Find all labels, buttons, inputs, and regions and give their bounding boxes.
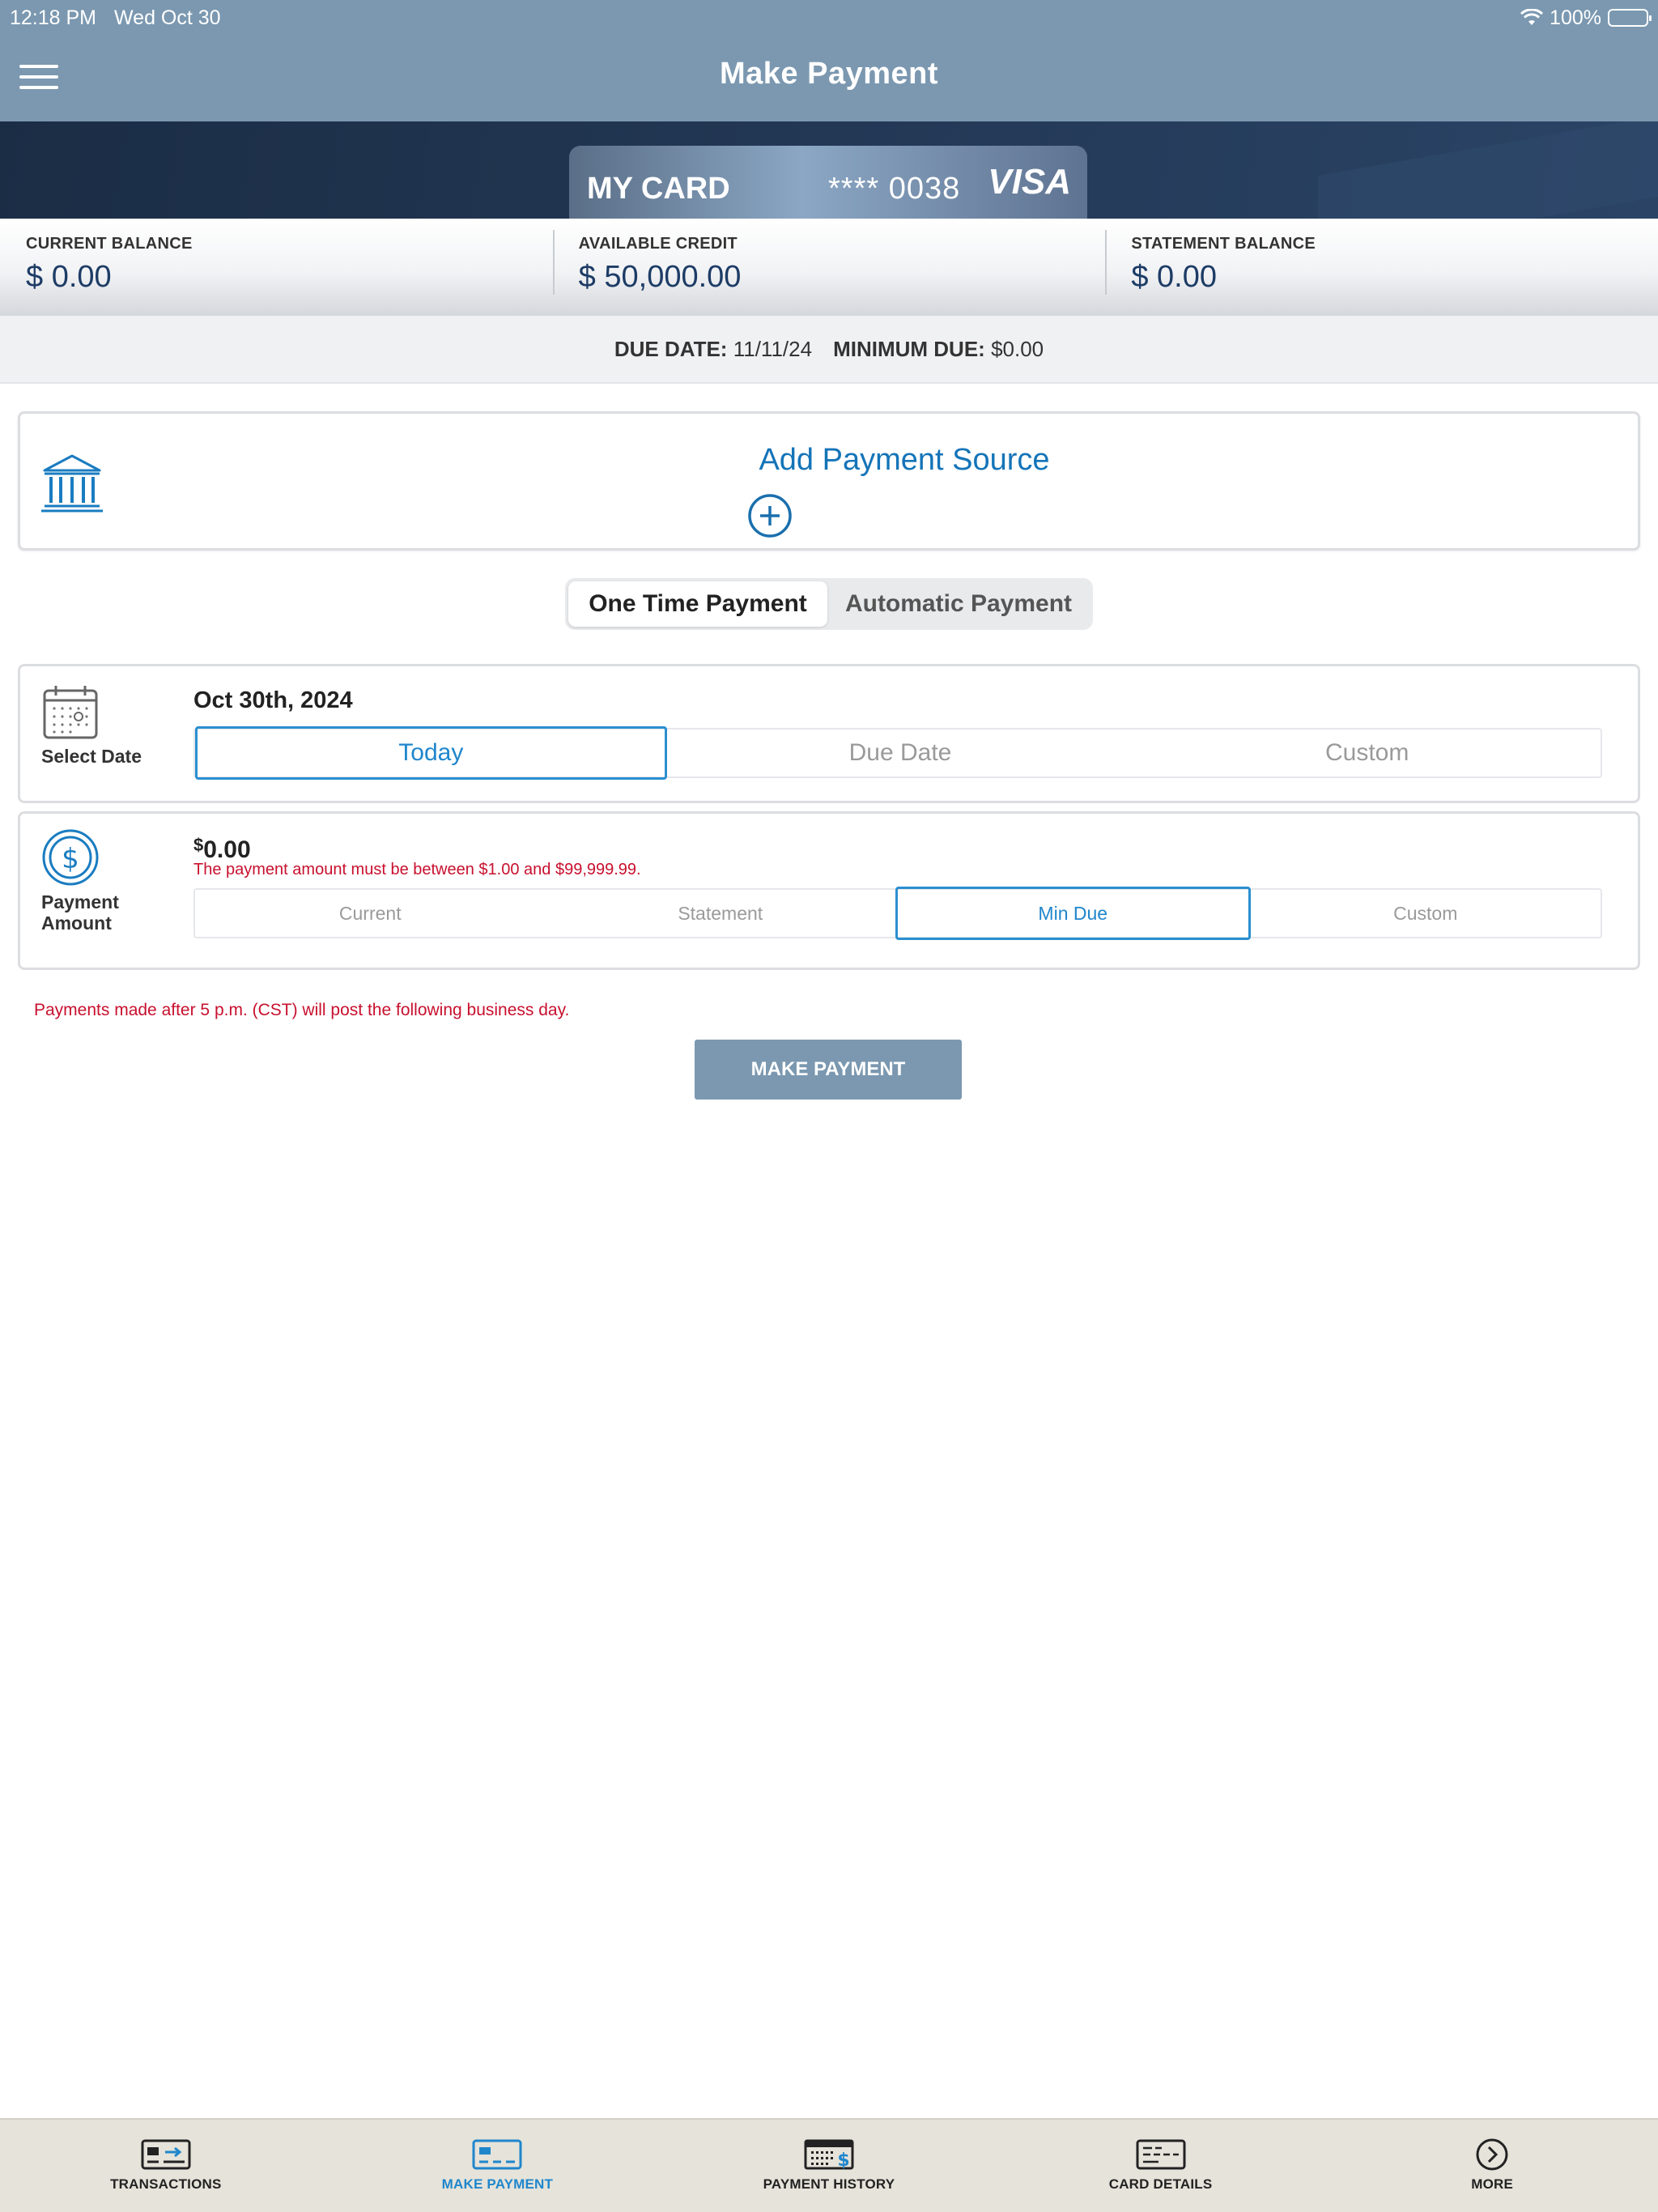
payment-history-icon: $	[804, 2139, 854, 2171]
payment-amount-panel: $ Payment Amount $0.00 The payment amoun…	[18, 811, 1640, 970]
date-option-due-date[interactable]: Due Date	[667, 730, 1134, 776]
balance-label: AVAILABLE CREDIT	[578, 235, 738, 253]
card-banner: MY CARD **** 0038 VISA	[0, 121, 1658, 219]
plus-circle-icon[interactable]	[747, 493, 793, 538]
payment-amount-value: 0.00	[203, 836, 251, 863]
balance-value: $ 0.00	[26, 260, 112, 294]
transactions-icon	[141, 2139, 191, 2170]
date-option-today[interactable]: Today	[195, 726, 667, 780]
cutoff-notice: Payments made after 5 p.m. (CST) will po…	[34, 1001, 570, 1019]
app-header: 12:18 PM Wed Oct 30 100% Make Payment	[0, 0, 1658, 121]
tab-label: MORE	[1471, 2176, 1514, 2192]
calendar-icon	[43, 686, 98, 739]
balance-value: $ 50,000.00	[578, 260, 742, 294]
tab-make-payment[interactable]: MAKE PAYMENT	[332, 2120, 664, 2212]
add-payment-source-title: Add Payment Source	[759, 443, 1050, 477]
amount-option-custom[interactable]: Custom	[1251, 890, 1601, 937]
payment-amount-input[interactable]: $0.00	[193, 835, 251, 864]
available-credit: AVAILABLE CREDIT $ 50,000.00	[552, 219, 1106, 316]
current-balance: CURRENT BALANCE $ 0.00	[0, 219, 553, 316]
due-date-label: DUE DATE:	[614, 336, 728, 361]
select-date-panel: Select Date Oct 30th, 2024 Today Due Dat…	[18, 664, 1640, 803]
svg-text:$: $	[837, 2150, 849, 2171]
make-payment-icon	[472, 2139, 522, 2170]
amount-options: Current Statement Min Due Custom	[193, 887, 1602, 940]
dollar-circle-icon: $	[42, 829, 99, 886]
battery-percent: 100%	[1550, 6, 1601, 29]
select-date-label: Select Date	[41, 746, 142, 767]
tab-payment-history[interactable]: $ PAYMENT HISTORY	[663, 2120, 995, 2212]
amount-option-statement[interactable]: Statement	[546, 890, 896, 937]
amount-option-current[interactable]: Current	[195, 890, 546, 937]
due-date-value: 11/11/24	[733, 336, 813, 361]
min-due-label: MINIMUM DUE:	[833, 336, 985, 361]
date-option-custom[interactable]: Custom	[1133, 730, 1601, 776]
tab-automatic-payment[interactable]: Automatic Payment	[827, 581, 1090, 627]
balance-summary: CURRENT BALANCE $ 0.00 AVAILABLE CREDIT …	[0, 219, 1658, 316]
more-chevron-icon	[1476, 2138, 1508, 2171]
balance-value: $ 0.00	[1131, 260, 1217, 294]
tab-label: CARD DETAILS	[1108, 2176, 1213, 2192]
page-title: Make Payment	[719, 57, 938, 91]
bottom-tab-bar: TRANSACTIONS MAKE PAYMENT $ PAYMENT HIST…	[0, 2118, 1658, 2212]
card-image[interactable]: MY CARD **** 0038 VISA	[569, 146, 1087, 219]
tab-label: PAYMENT HISTORY	[763, 2176, 895, 2192]
card-number: **** 0038	[828, 172, 961, 206]
tab-card-details[interactable]: CARD DETAILS	[995, 2120, 1327, 2212]
card-details-icon	[1136, 2139, 1186, 2170]
payment-amount-label-line1: Payment	[41, 891, 119, 912]
svg-text:$: $	[62, 843, 79, 875]
status-time: 12:18 PM	[10, 6, 97, 29]
battery-icon	[1608, 9, 1652, 27]
amount-error-message: The payment amount must be between $1.00…	[193, 861, 641, 878]
balance-label: STATEMENT BALANCE	[1131, 235, 1316, 253]
payment-amount-label-line2: Amount	[41, 912, 112, 934]
wifi-icon	[1520, 9, 1544, 25]
tab-more[interactable]: MORE	[1326, 2120, 1658, 2212]
tab-transactions[interactable]: TRANSACTIONS	[0, 2120, 332, 2212]
tab-one-time-payment[interactable]: One Time Payment	[568, 581, 827, 627]
balance-label: CURRENT BALANCE	[26, 235, 193, 253]
card-brand-logo: VISA	[988, 162, 1071, 202]
statement-balance: STATEMENT BALANCE $ 0.00	[1105, 219, 1658, 316]
min-due-value: $0.00	[991, 336, 1044, 361]
status-date: Wed Oct 30	[114, 6, 221, 29]
card-name: MY CARD	[587, 172, 730, 206]
amount-option-min-due[interactable]: Min Due	[895, 887, 1251, 940]
payment-amount-label: Payment Amount	[41, 891, 119, 934]
tab-label: MAKE PAYMENT	[441, 2176, 554, 2192]
payment-type-toggle: One Time Payment Automatic Payment	[565, 578, 1093, 630]
currency-symbol: $	[193, 835, 204, 855]
status-right: 100%	[1520, 6, 1652, 30]
add-payment-source-button[interactable]: Add Payment Source	[18, 411, 1640, 551]
tab-label: TRANSACTIONS	[110, 2176, 222, 2192]
due-info: DUE DATE: 11/11/24 MINIMUM DUE: $0.00	[0, 316, 1658, 384]
date-options: Today Due Date Custom	[193, 726, 1602, 780]
selected-date: Oct 30th, 2024	[193, 687, 353, 713]
status-bar: 12:18 PM Wed Oct 30 100%	[10, 3, 1652, 32]
make-payment-button[interactable]: MAKE PAYMENT	[695, 1040, 962, 1100]
